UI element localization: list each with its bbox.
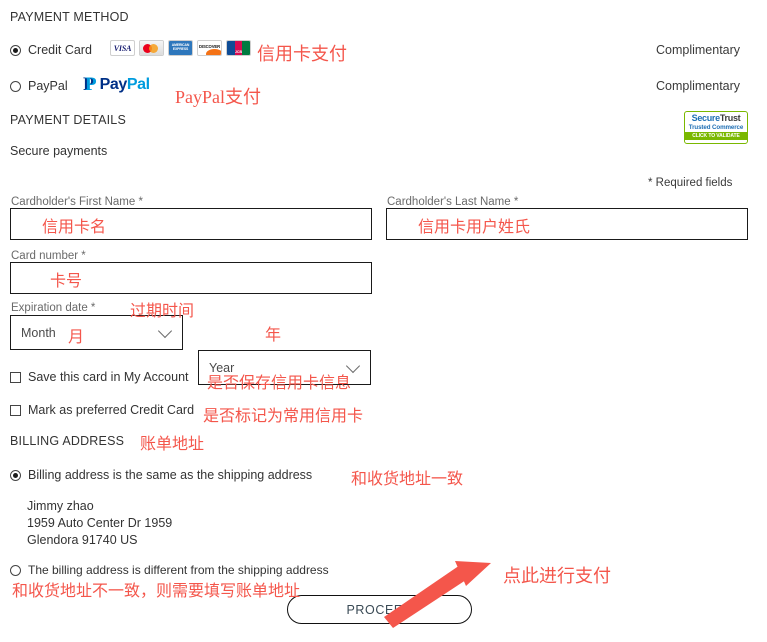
payment-details-heading: PAYMENT DETAILS [10,113,126,127]
radio-paypal[interactable] [10,80,21,92]
paypal-word-pay: Pay [99,75,128,93]
paypal-logo-icon: P PayPal [85,75,150,94]
annotation-same-address: 和收货地址一致 [351,471,464,488]
payment-method-heading: PAYMENT METHOD [10,10,129,24]
amex-icon: AMERICAN EXPRESS [168,40,193,56]
secure-payments-text: Secure payments [10,144,108,158]
card-number-input[interactable] [10,262,372,294]
preferred-card-checkbox-row[interactable]: Mark as preferred Credit Card [10,403,194,417]
payment-option-paypal[interactable]: PayPal [10,79,68,93]
securetrust-subtitle: Trusted Commerce [688,124,744,131]
paypal-price-label: Complimentary [656,79,741,93]
preferred-card-checkbox[interactable] [10,404,21,416]
discover-icon: DISCOVER [197,40,222,56]
annotation-different-address: 和收货地址不一致，则需要填写账单地址 [12,583,301,600]
expiration-year-select[interactable]: Year [198,350,371,385]
preferred-card-label: Mark as preferred Credit Card [28,403,195,417]
payment-option-label-credit-card: Credit Card [28,43,92,57]
billing-different-address-option[interactable]: The billing address is different from th… [10,563,329,577]
chevron-down-icon [157,323,173,338]
card-brand-logos: VISA AMERICAN EXPRESS DISCOVER JCB [110,40,251,56]
billing-different-address-label: The billing address is different from th… [28,563,329,577]
securetrust-badge-icon[interactable]: SecureTrust Trusted Commerce CLICK TO VA… [684,111,748,144]
annotation-billing-address: 账单地址 [140,436,205,453]
last-name-label: Cardholder's Last Name * [387,196,519,208]
expiration-date-label: Expiration date * [11,302,96,314]
radio-billing-same[interactable] [10,469,21,481]
mastercard-icon [139,40,164,56]
billing-same-address-option[interactable]: Billing address is the same as the shipp… [10,468,312,482]
address-city-zip-country: Glendora 91740 US [27,533,138,547]
save-card-checkbox[interactable] [10,371,21,383]
payment-option-label-paypal: PayPal [28,79,68,93]
annotation-preferred-card: 是否标记为常用信用卡 [203,408,364,425]
expiration-month-value: Month [21,325,56,340]
paypal-mark-icon: P [85,74,97,95]
save-card-label: Save this card in My Account [28,370,189,384]
annotation-year: 年 [265,327,282,344]
save-card-checkbox-row[interactable]: Save this card in My Account [10,370,189,384]
expiration-year-value: Year [209,360,235,375]
credit-card-price-label: Complimentary [656,43,741,57]
billing-same-address-label: Billing address is the same as the shipp… [28,468,313,482]
address-street: 1959 Auto Center Dr 1959 [27,516,173,530]
securetrust-word-secure: Secure [691,113,721,123]
payment-option-credit-card[interactable]: Credit Card [10,43,92,57]
visa-icon: VISA [110,40,135,56]
first-name-label: Cardholder's First Name * [11,196,143,208]
address-name: Jimmy zhao [27,499,94,513]
radio-credit-card[interactable] [10,44,21,56]
last-name-input[interactable] [386,208,748,240]
annotation-paypal: PayPal支付 [175,87,262,107]
jcb-icon: JCB [226,40,251,56]
radio-billing-different[interactable] [10,564,21,576]
billing-address-heading: BILLING ADDRESS [10,434,125,448]
securetrust-word-trust: Trust [719,113,741,123]
required-fields-note: * Required fields [648,177,733,189]
first-name-input[interactable] [10,208,372,240]
proceed-button[interactable]: PROCEED [287,595,472,624]
card-number-label: Card number * [11,250,86,262]
checkout-payment-page: PAYMENT METHOD Credit Card VISA AMERICAN… [0,0,767,642]
annotation-proceed: 点此进行支付 [503,566,611,586]
chevron-down-icon [345,358,361,373]
paypal-word-pal: Pal [126,75,150,93]
billing-address-block: Jimmy zhao 1959 Auto Center Dr 1959 Glen… [27,498,172,549]
annotation-credit-card: 信用卡支付 [257,44,347,64]
securetrust-validate-bar: CLICK TO VALIDATE [685,132,747,140]
expiration-month-select[interactable]: Month [10,315,183,350]
